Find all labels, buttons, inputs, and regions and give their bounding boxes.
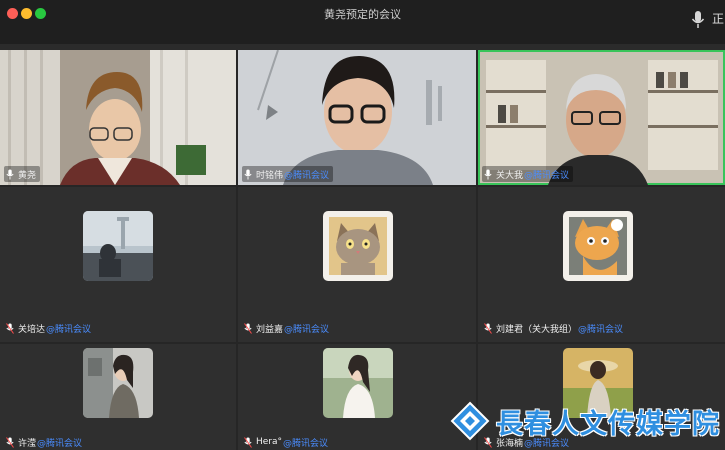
meeting-app-brand: @腾讯会议 <box>524 170 570 181</box>
participant-name: 时铭伟 <box>256 170 284 181</box>
participant-tile-avatar[interactable]: 刘益嘉 @腾讯会议 <box>238 187 476 342</box>
participant-avatar <box>83 211 153 281</box>
participant-avatar <box>323 211 393 281</box>
window-titlebar: 黄尧预定的会议 正 <box>0 0 725 44</box>
meeting-app-brand: @腾讯会议 <box>46 324 92 335</box>
participant-name: 刘益嘉 <box>256 324 284 335</box>
participant-avatar <box>83 348 153 418</box>
participant-tile-video[interactable]: 时铭伟 @腾讯会议 <box>238 50 476 185</box>
microphone-muted-icon <box>6 436 14 448</box>
cartoon-cat-icon <box>323 211 393 281</box>
microphone-muted-icon <box>6 322 14 334</box>
participant-name-tag: 许滢 @腾讯会议 <box>4 434 86 450</box>
video-feed-image <box>238 50 476 185</box>
microphone-muted-icon <box>484 322 492 334</box>
participant-tile-video[interactable]: 黄尧 <box>0 50 236 185</box>
participant-tile-video-active-speaker[interactable]: 关大我 @腾讯会议 <box>478 50 725 185</box>
participant-name-tag: 黄尧 <box>4 166 41 182</box>
participant-name: 许滢 <box>18 438 37 449</box>
meeting-app-brand: @腾讯会议 <box>578 324 624 335</box>
watermark-text: 長春人文传媒学院 <box>496 408 720 440</box>
participant-name: Hera° <box>256 437 283 447</box>
participant-name-tag: 刘益嘉 @腾讯会议 <box>242 320 333 336</box>
participant-name: 黄尧 <box>18 170 37 181</box>
participant-tile-avatar[interactable]: Hera° @腾讯会议 <box>238 344 476 450</box>
participant-name-tag: 时铭伟 @腾讯会议 <box>242 166 334 182</box>
institution-logo-icon <box>450 401 490 441</box>
video-feed-image <box>0 50 236 185</box>
participant-grid: 黄尧 时铭伟 @腾讯会议 关大我 @腾讯会议 关培达 @腾讯会议 刘益嘉 @腾讯… <box>0 50 725 450</box>
toolbar-label-fragment: 正 <box>712 12 725 26</box>
cartoon-cat-icon <box>563 211 633 281</box>
meeting-app-brand: @腾讯会议 <box>284 324 330 335</box>
photo-person-icon <box>83 211 153 281</box>
participant-name: 刘建君（关大我组） <box>496 324 578 335</box>
window-title: 黄尧预定的会议 <box>324 8 401 21</box>
microphone-icon <box>484 169 492 179</box>
participant-name: 关大我 <box>496 170 524 181</box>
microphone-icon <box>244 169 252 179</box>
participant-name-tag: 刘建君（关大我组） @腾讯会议 <box>482 320 627 336</box>
microphone-icon <box>6 169 14 179</box>
microphone-icon[interactable] <box>690 9 706 31</box>
participant-tile-avatar[interactable]: 关培达 @腾讯会议 <box>0 187 236 342</box>
participant-tile-avatar[interactable]: 许滢 @腾讯会议 <box>0 344 236 450</box>
microphone-muted-icon <box>244 436 252 448</box>
meeting-app-brand: @腾讯会议 <box>37 438 83 449</box>
participant-avatar <box>323 348 393 418</box>
participant-name-tag: Hera° @腾讯会议 <box>242 434 332 450</box>
institution-watermark: 長春人文传媒学院 <box>450 392 720 450</box>
microphone-muted-icon <box>244 322 252 334</box>
photo-person-icon <box>83 348 153 418</box>
participant-name: 关培达 <box>18 324 46 335</box>
meeting-app-brand: @腾讯会议 <box>284 170 330 181</box>
meeting-app-brand: @腾讯会议 <box>283 438 329 449</box>
video-feed-image <box>480 52 723 185</box>
participant-name-tag: 关培达 @腾讯会议 <box>4 320 95 336</box>
participant-avatar <box>563 211 633 281</box>
participant-name-tag: 关大我 @腾讯会议 <box>482 166 574 182</box>
participant-tile-avatar[interactable]: 刘建君（关大我组） @腾讯会议 <box>478 187 725 342</box>
photo-person-icon <box>323 348 393 418</box>
